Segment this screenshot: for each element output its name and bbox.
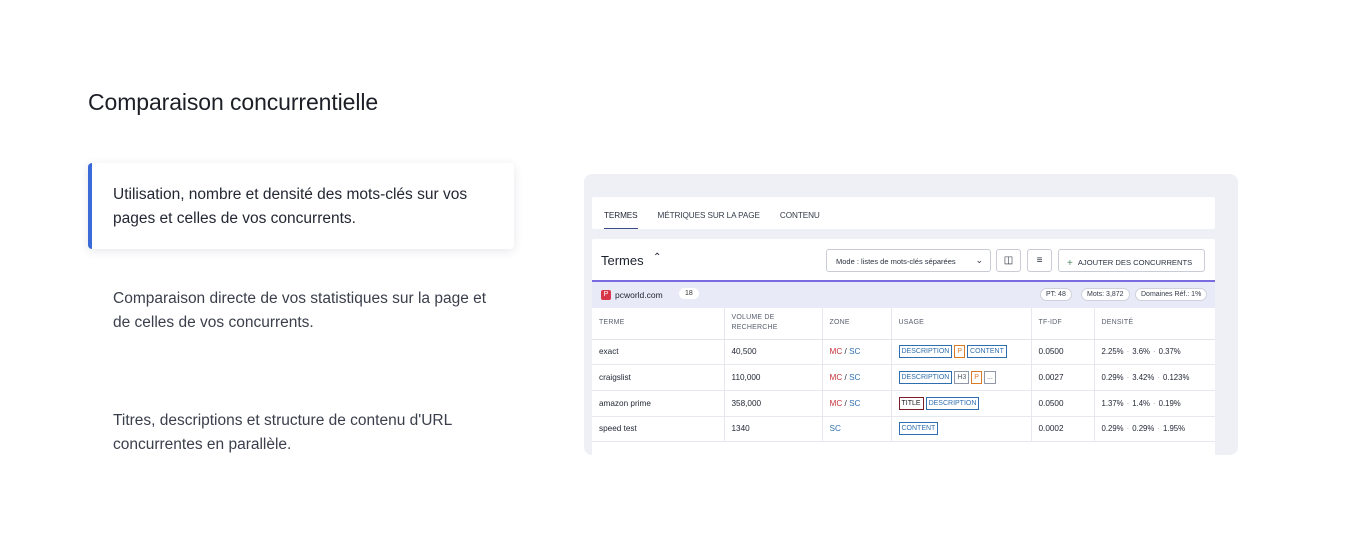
cell-volume: 358,000 — [723, 390, 822, 417]
table-header-row: TERME VOLUME DE RECHERCHE ZONE USAGE TF-… — [592, 308, 1215, 340]
cell-zone: MC / SC — [821, 390, 891, 417]
usage-tag: ... — [983, 371, 996, 385]
usage-tag: DESCRIPTION — [898, 345, 953, 359]
density-value: 0.37% — [1158, 347, 1181, 357]
cell-term: amazon prime — [592, 390, 724, 417]
col-tfidf[interactable]: TF-IDF — [1030, 308, 1094, 340]
zone-sc: SC — [849, 373, 861, 383]
density-value: 0.29% — [1132, 424, 1155, 434]
density-value: 0.29% — [1101, 424, 1124, 434]
feature-list: Utilisation, nombre et densité des mots-… — [88, 163, 514, 475]
filter-icon[interactable]: ≡ — [1027, 249, 1052, 272]
add-competitors-label: AJOUTER DES CONCURRENTS — [1077, 258, 1193, 267]
terms-panel: Termes ⌃ Mode : listes de mots-clés sépa… — [592, 239, 1215, 455]
table-row[interactable]: craigslist 110,000 MC / SC DESCRIPTION H3… — [592, 364, 1215, 391]
cell-density: 0.29% · 0.29% · 1.95% — [1093, 416, 1215, 443]
panel-header: Termes ⌃ Mode : listes de mots-clés sépa… — [592, 239, 1215, 282]
columns-icon[interactable]: ◫ — [996, 249, 1021, 272]
pill-pt: PT: 48 — [1040, 288, 1072, 301]
cell-zone: SC — [821, 416, 891, 443]
add-competitors-button[interactable]: + AJOUTER DES CONCURRENTS — [1058, 249, 1205, 272]
terms-table: TERME VOLUME DE RECHERCHE ZONE USAGE TF-… — [592, 308, 1215, 443]
table-row[interactable]: speed test 1340 SC CONTENT 0.0002 0.29% ·… — [592, 416, 1215, 443]
plus-icon: + — [1067, 258, 1073, 269]
domain-count-badge: 18 — [679, 288, 699, 299]
domain-favicon: P — [601, 290, 611, 300]
density-value: 3.6% — [1132, 347, 1150, 357]
cell-density: 2.25% · 3.6% · 0.37% — [1093, 339, 1215, 366]
density-value: 0.123% — [1162, 373, 1190, 383]
cell-usage: TITLE DESCRIPTION — [890, 390, 1031, 417]
usage-tag: TITLE — [898, 396, 924, 410]
mode-select-value: Mode : listes de mots-clés séparées — [836, 257, 956, 266]
cell-zone: MC / SC — [821, 339, 891, 366]
cell-density: 1.37% · 1.4% · 0.19% — [1093, 390, 1215, 417]
density-value: 1.95% — [1162, 424, 1186, 434]
cell-tfidf: 0.0500 — [1030, 390, 1094, 417]
tab-metriques[interactable]: MÉTRIQUES SUR LA PAGE — [658, 197, 760, 229]
pill-ref-domains: Domaines Réf.: 1% — [1135, 288, 1208, 301]
domain-bar: P pcworld.com 18 PT: 48 Mots: 3,872 Doma… — [592, 282, 1215, 308]
density-value: 2.25% — [1101, 347, 1124, 357]
tab-termes[interactable]: TERMES — [604, 197, 638, 229]
usage-tag: P — [954, 345, 966, 359]
cell-volume: 1340 — [723, 416, 822, 443]
density-value: 0.29% — [1101, 373, 1124, 383]
cell-zone: MC / SC — [821, 364, 891, 391]
feature-item-keywords[interactable]: Utilisation, nombre et densité des mots-… — [88, 163, 514, 249]
product-screenshot: TERMES MÉTRIQUES SUR LA PAGE CONTENU Ter… — [584, 174, 1238, 455]
col-zone[interactable]: ZONE — [821, 308, 891, 340]
zone-sc: SC — [829, 424, 841, 434]
cell-tfidf: 0.0002 — [1030, 416, 1094, 443]
feature-item-structure[interactable]: Titres, descriptions et structure de con… — [88, 389, 514, 475]
zone-sc: SC — [849, 398, 861, 408]
tab-contenu[interactable]: CONTENU — [780, 197, 820, 229]
pill-words: Mots: 3,872 — [1081, 288, 1130, 301]
usage-tag: CONTENT — [967, 345, 1007, 359]
cell-tfidf: 0.0500 — [1030, 339, 1094, 366]
cell-usage: DESCRIPTION H3 P... — [890, 364, 1031, 391]
cell-usage: DESCRIPTION P CONTENT — [890, 339, 1031, 366]
domain-name[interactable]: pcworld.com — [615, 290, 663, 300]
table-row[interactable]: amazon prime 358,000 MC / SC TITLE DESCRI… — [592, 390, 1215, 417]
col-density[interactable]: DENSITÉ — [1093, 308, 1215, 340]
density-value: 1.4% — [1132, 398, 1150, 408]
cell-volume: 40,500 — [723, 339, 822, 366]
usage-tag: DESCRIPTION — [925, 396, 980, 410]
tab-bar: TERMES MÉTRIQUES SUR LA PAGE CONTENU — [592, 197, 1215, 229]
cell-usage: CONTENT — [890, 416, 1031, 443]
zone-mc: MC — [829, 398, 843, 408]
cell-tfidf: 0.0027 — [1030, 364, 1094, 391]
mode-select[interactable]: Mode : listes de mots-clés séparées ⌄ — [826, 249, 991, 272]
cell-volume: 110,000 — [723, 364, 822, 391]
zone-mc: MC — [829, 373, 843, 383]
col-volume[interactable]: VOLUME DE RECHERCHE — [723, 308, 822, 340]
zone-sc: SC — [849, 347, 861, 357]
density-value: 0.19% — [1158, 398, 1181, 408]
density-value: 3.42% — [1132, 373, 1155, 383]
cell-density: 0.29% · 3.42% · 0.123% — [1093, 364, 1215, 391]
col-term[interactable]: TERME — [592, 308, 724, 340]
usage-tag: DESCRIPTION — [898, 371, 953, 385]
usage-tag: CONTENT — [898, 422, 939, 436]
zone-mc: MC — [829, 347, 843, 357]
panel-title: Termes — [601, 253, 644, 268]
col-usage[interactable]: USAGE — [890, 308, 1031, 340]
section-title: Comparaison concurrentielle — [88, 89, 379, 115]
cell-term: craigslist — [592, 364, 724, 391]
feature-item-stats[interactable]: Comparaison directe de vos statistiques … — [88, 267, 514, 353]
chevron-down-icon: ⌄ — [975, 255, 983, 265]
density-value: 1.37% — [1101, 398, 1124, 408]
usage-tag: H3 — [954, 371, 970, 385]
cell-term: exact — [592, 339, 724, 366]
table-row[interactable]: exact 40,500 MC / SC DESCRIPTION P CONTENT… — [592, 339, 1215, 366]
cell-term: speed test — [592, 416, 724, 443]
chevron-up-icon[interactable]: ⌃ — [653, 252, 661, 263]
usage-tag: P — [971, 371, 982, 385]
